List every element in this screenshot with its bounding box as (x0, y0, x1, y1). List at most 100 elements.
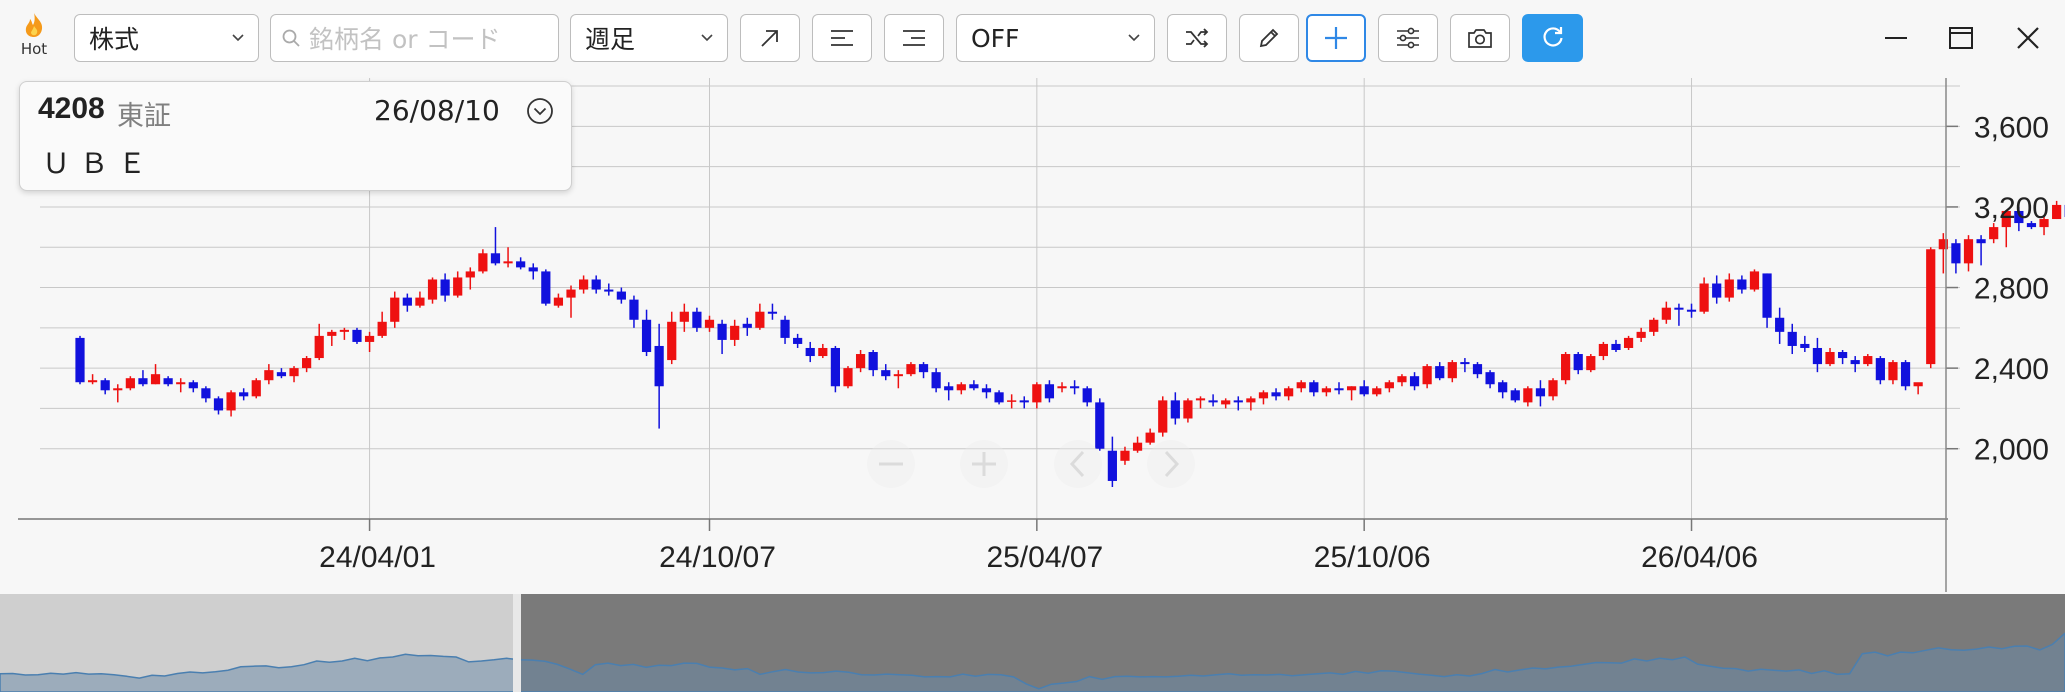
candle (427, 277, 438, 304)
candle-body (679, 311, 689, 322)
candle (1321, 386, 1332, 397)
candle (1132, 436, 1143, 453)
candle-body (465, 271, 475, 278)
candle (1082, 386, 1092, 407)
zoom-in-button[interactable] (960, 440, 1008, 488)
candle (944, 382, 954, 401)
candle-body (780, 319, 790, 338)
candle (1397, 374, 1407, 387)
candle-body (352, 329, 362, 342)
candle (1007, 394, 1017, 409)
candle (1472, 362, 1483, 379)
candle-body (213, 398, 224, 411)
candle (352, 327, 362, 344)
candle-body (327, 331, 337, 336)
candle (125, 376, 135, 391)
y-tick-label: 2,400 (1974, 353, 2049, 386)
candle (1636, 327, 1646, 342)
candle (440, 273, 450, 302)
candle-body (1296, 382, 1306, 389)
candle (730, 319, 740, 346)
candle-body (981, 388, 992, 393)
candle (251, 378, 261, 399)
navigator[interactable] (0, 594, 2065, 692)
candle-body (1611, 343, 1621, 350)
candle-body (1976, 239, 1986, 244)
candle (906, 362, 916, 377)
candle-body (1233, 400, 1243, 403)
candle (881, 364, 891, 381)
candle (1107, 436, 1117, 487)
candle-body (868, 352, 878, 371)
candle (1825, 347, 1835, 367)
x-tick-label: 25/04/07 (986, 541, 1103, 574)
candle-body (994, 392, 1004, 403)
candle-body (264, 370, 274, 381)
candle-body (1900, 362, 1911, 387)
candle-body (818, 347, 828, 357)
candle-body (1258, 392, 1269, 399)
candle (616, 287, 626, 304)
candle-body (1070, 386, 1080, 389)
candle (667, 311, 677, 365)
scroll-left-button[interactable] (1054, 440, 1102, 488)
candle (503, 247, 513, 268)
candle-body (1800, 343, 1810, 348)
candle (1435, 362, 1445, 381)
candle-body (1623, 337, 1634, 348)
candle-body (163, 378, 173, 385)
candle (1649, 317, 1659, 336)
candle-body (1762, 273, 1772, 318)
candle-body (1044, 384, 1055, 399)
candle (805, 341, 815, 363)
candle-body (390, 297, 400, 322)
candle-body (314, 335, 324, 359)
zoom-out-button[interactable] (867, 440, 915, 488)
candle (528, 263, 538, 280)
candle (87, 374, 98, 385)
expand-icon[interactable] (525, 96, 555, 126)
x-tick-label: 24/10/07 (659, 541, 776, 574)
candle (1460, 358, 1470, 373)
candle (1309, 380, 1319, 397)
navigator-handle[interactable] (513, 594, 521, 692)
candle (490, 227, 501, 266)
candle-body (503, 261, 513, 264)
candle (1787, 323, 1797, 355)
candle-body (251, 380, 261, 397)
candle (1510, 388, 1520, 403)
candle (717, 319, 727, 355)
candle-body (1712, 283, 1722, 298)
candle-body (855, 354, 866, 369)
candle (1812, 337, 1823, 373)
candle-body (1649, 319, 1659, 332)
candle (704, 315, 715, 332)
candle (176, 378, 186, 393)
candle (1409, 372, 1420, 391)
candle (1976, 235, 1986, 266)
candle (1422, 364, 1432, 389)
candle (818, 343, 828, 359)
candle (855, 349, 866, 373)
candle (1195, 396, 1206, 409)
candle-body (1372, 388, 1382, 395)
candle-body (1561, 354, 1571, 381)
candle-body (629, 299, 639, 320)
candle (1913, 382, 1923, 395)
candle-body (1951, 243, 1961, 264)
candle (188, 380, 198, 393)
candle (1070, 380, 1080, 395)
candle (1548, 378, 1558, 401)
candle-body (1221, 400, 1231, 405)
candle (1019, 396, 1029, 409)
candle-body (1737, 279, 1747, 290)
candle-body (1082, 388, 1092, 403)
candle-body (100, 380, 110, 391)
candle-body (667, 321, 677, 361)
zoom-controls (867, 440, 1195, 488)
candle-body (138, 378, 148, 385)
scroll-right-button[interactable] (1147, 440, 1195, 488)
candle-body (1875, 358, 1885, 381)
candle (1963, 235, 1974, 272)
candle (591, 275, 601, 294)
